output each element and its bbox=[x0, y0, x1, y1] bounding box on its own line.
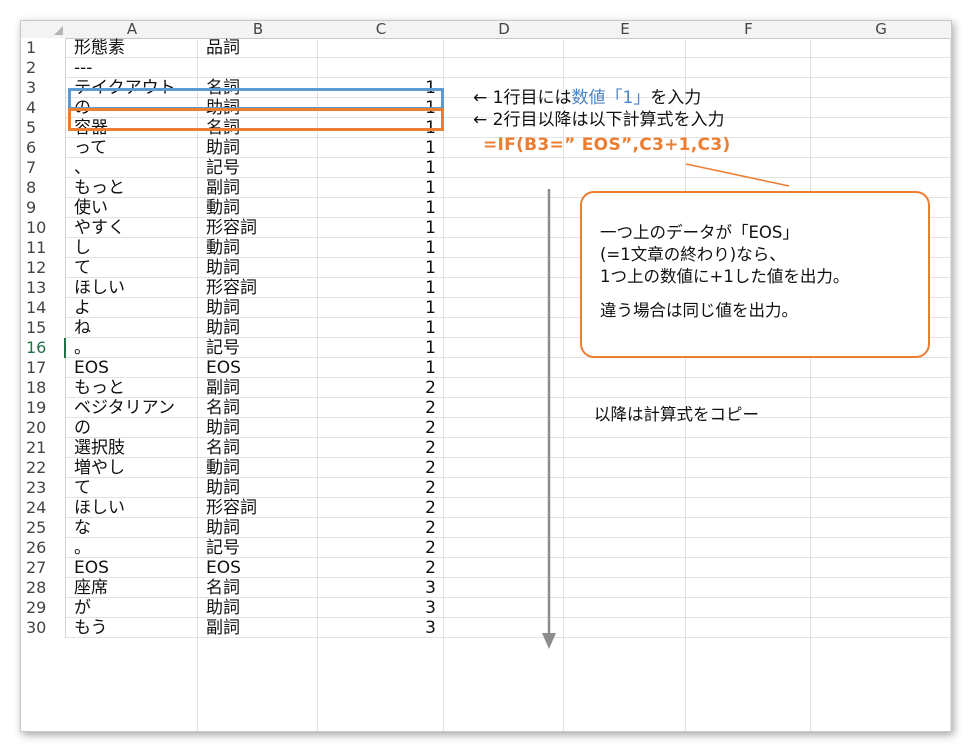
copy-formula-note: 以降は計算式をコピー bbox=[594, 405, 759, 424]
annotation-arrows bbox=[542, 163, 790, 649]
formula-connector-line bbox=[685, 163, 790, 187]
callout-line-2: (=1文章の終わり)なら、 bbox=[600, 245, 786, 264]
explanation-callout: 一つ上のデータが「EOS」 (=1文章の終わり)なら、 1つ上の数値に+1した値… bbox=[580, 191, 930, 358]
callout-line-1: 一つ上のデータが「EOS」 bbox=[600, 223, 799, 242]
callout-line-3: 1つ上の数値に+1した値を出力。 bbox=[600, 267, 850, 286]
spreadsheet-grid: ABCDEFG 1 2 3 4 5 6 7 8 9 10 11 12 13 14 15 16 17 18 19 20 2… bbox=[20, 20, 952, 732]
callout-line-4: 違う場合は同じ値を出力。 bbox=[600, 301, 798, 320]
copy-down-arrow-head-icon bbox=[542, 633, 556, 649]
